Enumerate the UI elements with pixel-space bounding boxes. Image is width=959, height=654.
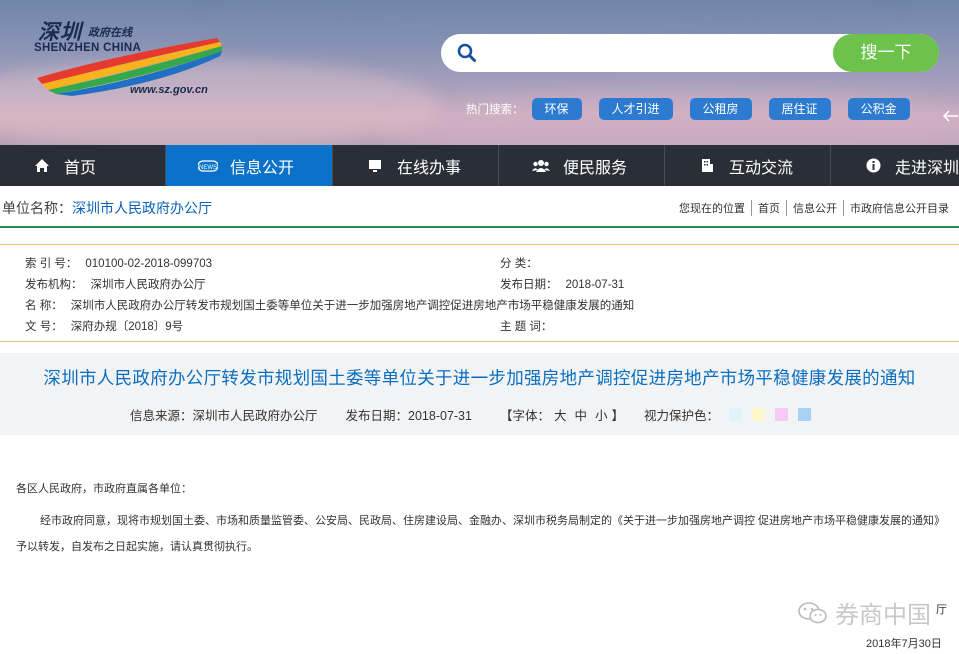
watermark: 券商中国 bbox=[797, 595, 931, 630]
nav-item-service[interactable]: 在线办事 bbox=[333, 145, 499, 186]
meta-name: 名 称： 深圳市人民政府办公厅转发市规划国土委等单位关于进一步加强房地产调控促进房… bbox=[25, 300, 635, 312]
hot-tag[interactable]: 人才引进 bbox=[598, 98, 673, 120]
article-body: 各区人民政府，市政府直属各单位： 经市政府同意，现将市规划国土委、市场和质量监管… bbox=[16, 476, 946, 560]
article-source: 信息来源：深圳市人民政府办公厅 bbox=[130, 409, 318, 423]
site-logo[interactable]: 深圳 政府在线 SHENZHEN CHINA www.sz.gov.cn bbox=[32, 14, 232, 104]
font-size-label-close: 】 bbox=[611, 409, 625, 423]
meta-index-no: 索 引 号： 010100-02-2018-099703 bbox=[25, 258, 213, 270]
breadcrumb-current-label: 您现在的位置 bbox=[679, 203, 745, 215]
document-meta: 索 引 号： 010100-02-2018-099703 分 类： 发布机构： 深圳… bbox=[0, 244, 959, 342]
font-size-large[interactable]: 大 bbox=[554, 405, 567, 424]
hot-search-label: 热门搜索： bbox=[466, 104, 524, 116]
search-button[interactable]: 搜一下 bbox=[833, 34, 939, 72]
search-icon bbox=[457, 43, 476, 62]
home-icon bbox=[32, 158, 52, 174]
unit-label: 单位名称： bbox=[2, 200, 72, 216]
nav-item-label: 首页 bbox=[64, 159, 97, 177]
hot-search: 热门搜索： 环保 人才引进 公租房 居住证 公积金 bbox=[466, 97, 927, 121]
nav-item-convenience[interactable]: 便民服务 bbox=[499, 145, 665, 186]
nav-item-info[interactable]: NEWS 信息公开 bbox=[166, 145, 333, 186]
nav-item-label: 互动交流 bbox=[729, 159, 794, 177]
building-icon bbox=[697, 158, 717, 174]
breadcrumb-home[interactable]: 首页 bbox=[751, 200, 786, 216]
info-icon bbox=[863, 158, 883, 174]
search-bar: 搜一下 bbox=[441, 34, 939, 72]
meta-pub-date: 发布日期： 2018-07-31 bbox=[500, 279, 625, 291]
signature-partial: 厅 bbox=[936, 604, 947, 616]
meta-doc-no: 文 号： 深府办规〔2018〕9号 bbox=[25, 321, 184, 333]
arrow-left-icon[interactable] bbox=[942, 110, 958, 122]
nav-item-about[interactable]: 走进深圳 bbox=[831, 145, 959, 186]
eye-color-swatch[interactable] bbox=[798, 408, 812, 421]
article-info: 信息来源：深圳市人民政府办公厅 发布日期：2018-07-31 【字体： 大 中… bbox=[130, 405, 812, 424]
signature-date: 2018年7月30日 bbox=[866, 638, 942, 650]
eye-color-swatch[interactable] bbox=[775, 408, 789, 421]
meta-issuer: 发布机构： 深圳市人民政府办公厅 bbox=[25, 279, 206, 291]
location-bar: 单位名称：深圳市人民政府办公厅 您现在的位置 首页 信息公开 市政府信息公开目录 bbox=[0, 186, 959, 228]
hot-tag[interactable]: 环保 bbox=[531, 98, 582, 120]
people-icon bbox=[531, 158, 551, 174]
font-size-medium[interactable]: 中 bbox=[575, 405, 588, 424]
breadcrumb-catalog[interactable]: 市政府信息公开目录 bbox=[843, 200, 955, 216]
article-paragraph: 经市政府同意，现将市规划国土委、市场和质量监管委、公安局、民政局、住房建设局、金… bbox=[16, 515, 946, 553]
article-header: 深圳市人民政府办公厅转发市规划国土委等单位关于进一步加强房地产调控促进房地产市场… bbox=[0, 353, 959, 435]
wechat-icon bbox=[798, 601, 827, 623]
eye-protect-label: 视力保护色： bbox=[644, 409, 720, 423]
nav-item-home[interactable]: 首页 bbox=[0, 145, 166, 186]
main-nav: 首页 NEWS 信息公开 在线办事 便民服务 互动交流 走进深圳 bbox=[0, 145, 959, 186]
svg-text:NEWS: NEWS bbox=[199, 165, 217, 171]
breadcrumb: 您现在的位置 首页 信息公开 市政府信息公开目录 bbox=[673, 200, 955, 216]
hot-tag[interactable]: 公积金 bbox=[847, 98, 910, 120]
font-size-small[interactable]: 小 bbox=[595, 405, 608, 424]
watermark-text: 券商中国 bbox=[835, 602, 931, 629]
breadcrumb-info[interactable]: 信息公开 bbox=[786, 200, 843, 216]
nav-item-label: 信息公开 bbox=[230, 159, 295, 177]
eye-color-swatch[interactable] bbox=[729, 408, 743, 421]
font-size-label: 【字体： bbox=[499, 409, 550, 423]
article-salutation: 各区人民政府，市政府直属各单位： bbox=[16, 483, 192, 495]
unit-link[interactable]: 深圳市人民政府办公厅 bbox=[72, 200, 212, 216]
page: 深圳 政府在线 SHENZHEN CHINA www.sz.gov.cn 搜一下… bbox=[0, 0, 959, 654]
hot-tag[interactable]: 公租房 bbox=[689, 98, 752, 120]
logo-url: www.sz.gov.cn bbox=[130, 84, 208, 96]
hot-tag[interactable]: 居住证 bbox=[768, 98, 831, 120]
news-icon: NEWS bbox=[198, 158, 218, 174]
article-title: 深圳市人民政府办公厅转发市规划国土委等单位关于进一步加强房地产调控促进房地产市场… bbox=[43, 368, 916, 388]
nav-item-label: 在线办事 bbox=[397, 159, 462, 177]
meta-topic: 主 题 词： bbox=[500, 321, 553, 333]
nav-item-label: 便民服务 bbox=[563, 159, 628, 177]
meta-category: 分 类： bbox=[500, 258, 538, 270]
unit-name: 单位名称：深圳市人民政府办公厅 bbox=[2, 198, 212, 218]
search-input[interactable] bbox=[489, 41, 819, 65]
nav-item-interaction[interactable]: 互动交流 bbox=[665, 145, 831, 186]
header-banner: 深圳 政府在线 SHENZHEN CHINA www.sz.gov.cn 搜一下… bbox=[0, 0, 959, 145]
eye-color-swatch[interactable] bbox=[752, 408, 766, 421]
nav-item-label: 走进深圳 bbox=[895, 159, 959, 177]
article-date: 发布日期：2018-07-31 bbox=[345, 409, 472, 423]
monitor-icon bbox=[365, 158, 385, 174]
